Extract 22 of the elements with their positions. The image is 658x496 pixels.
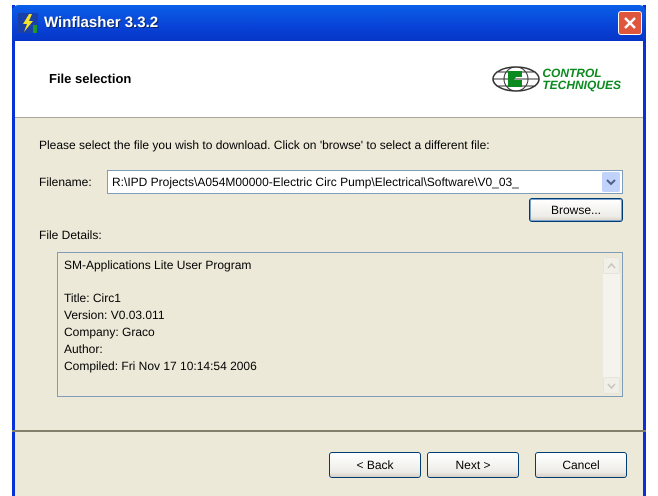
close-icon (623, 16, 637, 30)
instruction-text: Please select the file you wish to download. Click on 'browse' to select a different file: (39, 137, 491, 154)
nav-button[interactable]: Next > (427, 452, 519, 478)
globe-icon (492, 66, 540, 92)
detail-line: Compiled: Fri Nov 17 10:14:54 2006 (64, 358, 257, 375)
close-button[interactable] (618, 11, 642, 35)
detail-line: Author: (64, 341, 104, 358)
app-icon (18, 13, 38, 33)
filename-label: Filename: (39, 174, 93, 191)
logo-text: CONTROL TECHNIQUES (542, 67, 621, 91)
detail-line: Title: Circ1 (64, 290, 122, 307)
filename-field[interactable]: R:\IPD Projects\A054M00000-Electric Circ Pump\Electrical\Software\V0_03_ (107, 170, 623, 194)
cancel-button[interactable]: Cancel (535, 452, 627, 478)
detail-line: SM-Applications Lite User Program (64, 257, 252, 274)
file-details-label: File Details: (39, 227, 103, 244)
detail-line: Company: Graco (64, 324, 156, 341)
window-title: Winflasher 3.3.2 (44, 12, 160, 33)
detail-line: Version: V0.03.011 (64, 307, 166, 324)
dropdown-icon[interactable] (602, 172, 620, 192)
page-title: File selection (49, 70, 132, 88)
nav-button[interactable]: < Back (329, 452, 421, 478)
browse-button[interactable]: Browse... (529, 198, 623, 222)
